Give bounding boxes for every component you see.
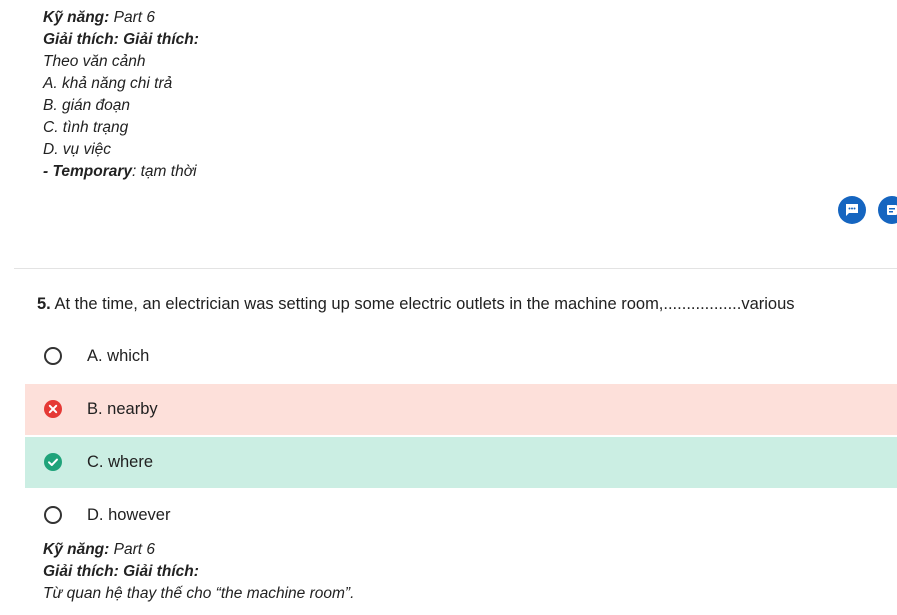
comment-button[interactable] [838,196,866,224]
skill-value: Part 6 [109,9,155,26]
explain-line: A. khả năng chi trả [43,75,173,92]
radio-empty-icon[interactable] [44,506,62,524]
section-divider [14,268,897,269]
option-b-wrong[interactable]: B. nearby [25,384,897,435]
explanation-top: Kỹ năng: Part 6 Giải thích: Giải thích: … [43,7,199,183]
vocab-line: - Temporary: tạm thời [43,161,199,183]
question-body: At the time, an electrician was setting … [50,295,795,313]
note-button[interactable] [878,196,897,224]
option-a[interactable]: A. which [25,331,897,382]
option-c-correct[interactable]: C. where [25,437,897,488]
option-label: A. which [87,347,150,365]
note-icon [887,205,897,215]
explain-line: B. gián đoạn [43,97,131,114]
explain-line: Theo văn cảnh [43,53,146,70]
explain-line: Từ quan hệ thay thế cho “the machine roo… [43,585,355,602]
chat-bubble-icon [846,204,858,216]
explain-line: D. vụ việc [43,141,112,158]
radio-empty-icon[interactable] [44,347,62,365]
skill-label: Kỹ năng: [43,541,110,558]
explain-label: Giải thích: Giải thích: [43,31,199,48]
skill-value: Part 6 [109,541,155,558]
vocab-term: - Temporary [43,163,133,180]
explain-line: C. tình trạng [43,119,129,136]
check-circle-icon [44,453,62,471]
skill-line: Kỹ năng: Part 6 [43,539,354,561]
explanation-bottom: Kỹ năng: Part 6 Giải thích: Giải thích: … [43,539,354,605]
option-label: B. nearby [87,400,158,418]
explain-label: Giải thích: Giải thích: [43,563,199,580]
option-label: C. where [87,453,154,471]
question-number: 5. [37,295,51,313]
x-circle-icon [44,400,62,418]
vocab-meaning: : tạm thời [132,163,197,180]
option-label: D. however [87,506,171,524]
skill-line: Kỹ năng: Part 6 [43,7,199,29]
option-d[interactable]: D. however [25,490,897,541]
skill-label: Kỹ năng: [43,9,110,26]
question-text: 5. At the time, an electrician was setti… [37,295,795,314]
